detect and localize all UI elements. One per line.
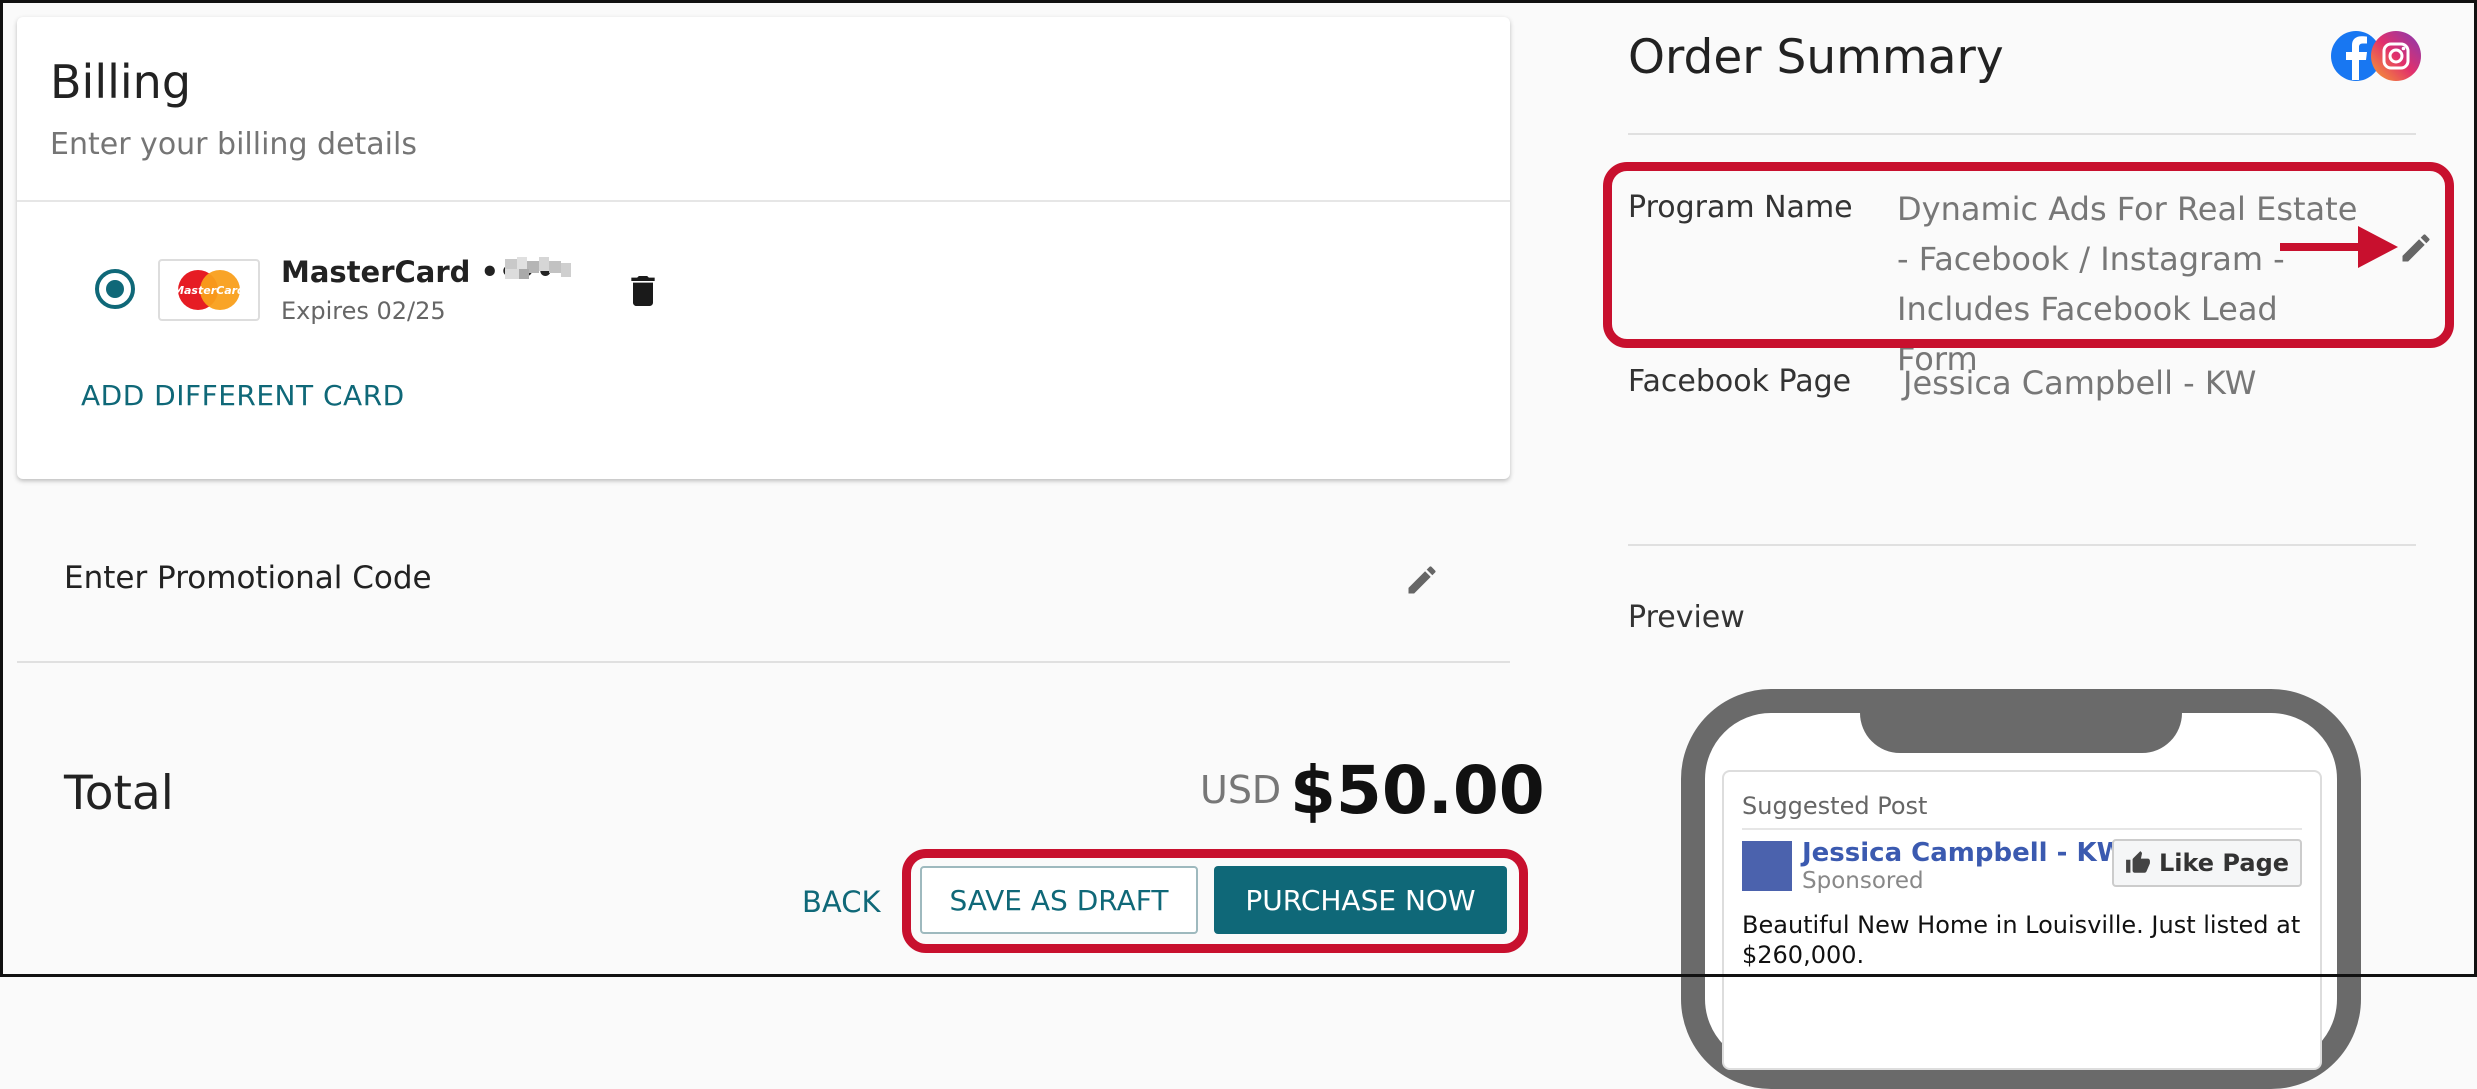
like-page-label: Like Page <box>2158 849 2290 877</box>
back-button[interactable]: BACK <box>802 885 881 919</box>
billing-subtitle: Enter your billing details <box>50 127 417 162</box>
total-currency: USD <box>1200 768 1282 812</box>
facebook-page-value: Jessica Campbell - KW <box>1903 364 2257 402</box>
billing-title: Billing <box>50 55 192 109</box>
order-summary-title: Order Summary <box>1628 30 2004 85</box>
thumbs-up-icon <box>2126 851 2150 873</box>
like-page-button[interactable]: Like Page <box>2112 839 2302 887</box>
preview-label: Preview <box>1628 600 1745 635</box>
sponsored-label: Sponsored <box>1802 868 1924 894</box>
add-different-card-link[interactable]: ADD DIFFERENT CARD <box>81 379 405 412</box>
highlight-box-program-name <box>1603 162 2454 348</box>
total-label: Total <box>64 766 174 821</box>
post-body-text: Beautiful New Home in Louisville. Just l… <box>1742 911 2301 969</box>
suggested-post-label: Suggested Post <box>1742 792 1928 820</box>
post-divider <box>1742 828 2302 830</box>
mastercard-logo-text: MasterCard <box>173 284 245 297</box>
card-expiry: Expires 02/25 <box>281 297 446 325</box>
delete-card-icon[interactable] <box>623 269 663 313</box>
phone-notch <box>1860 689 2182 753</box>
billing-card: Billing Enter your billing details Maste… <box>17 17 1510 479</box>
page-avatar <box>1742 841 1792 891</box>
billing-divider <box>17 200 1510 202</box>
promo-edit-pencil-icon[interactable] <box>1404 562 1440 598</box>
total-amount: $50.00 <box>1290 752 1545 829</box>
summary-divider-bottom <box>1628 544 2416 546</box>
highlight-box-buttons <box>902 849 1528 953</box>
facebook-page-label: Facebook Page <box>1628 364 1852 399</box>
card-last-digits-redacted <box>505 255 571 283</box>
facebook-instagram-icon <box>2328 28 2426 84</box>
post-page-name: Jessica Campbell - KW <box>1802 838 2126 868</box>
promo-code-label: Enter Promotional Code <box>64 560 432 596</box>
card-radio-selected[interactable] <box>95 269 135 309</box>
summary-divider-top <box>1628 133 2416 135</box>
mastercard-logo-icon: MasterCard <box>158 259 260 321</box>
promo-divider <box>17 661 1510 663</box>
